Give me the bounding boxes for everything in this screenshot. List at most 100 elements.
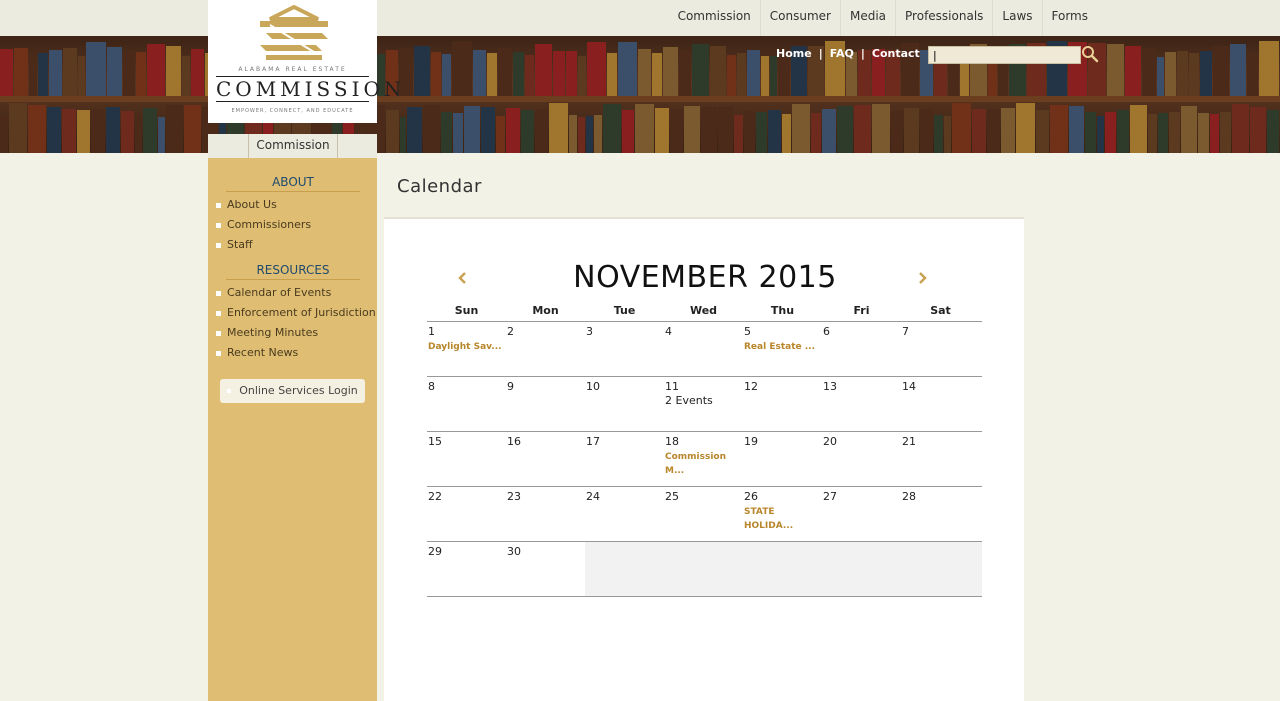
book-spine <box>1157 112 1169 153</box>
online-services-login-button[interactable]: Online Services Login <box>220 379 365 403</box>
sidebar-section-tab[interactable]: Commission <box>248 134 338 158</box>
book-spine <box>1164 51 1176 96</box>
book-spine <box>872 104 891 153</box>
calendar-day-cell[interactable]: 18 Commission M... <box>664 432 743 487</box>
chevron-right-icon[interactable] <box>915 268 931 288</box>
book-spine <box>423 104 441 153</box>
book-spine <box>525 54 534 96</box>
top-nav-professionals[interactable]: Professionals <box>895 0 992 36</box>
book-spine <box>534 43 553 96</box>
util-nav-home[interactable]: Home <box>776 47 812 60</box>
calendar-day-cell[interactable]: 9 <box>506 377 585 432</box>
sidebar-tab-strip: Commission <box>208 134 377 158</box>
sidebar-item-calendar[interactable]: Calendar of Events <box>216 283 376 303</box>
book-spine <box>635 104 654 153</box>
calendar-day-cell[interactable]: 16 <box>506 432 585 487</box>
calendar-day-cell[interactable]: 24 <box>585 487 664 542</box>
day-number: 9 <box>507 380 514 393</box>
day-number: 2 <box>507 325 514 338</box>
site-logo[interactable]: ALABAMA REAL ESTATE COMMISSION EMPOWER, … <box>208 0 406 123</box>
calendar-day-cell[interactable]: 10 <box>585 377 664 432</box>
book-spine <box>654 107 670 153</box>
calendar-day-cell[interactable]: 21 <box>901 432 980 487</box>
search-input[interactable] <box>928 46 1081 64</box>
calendar-day-cell[interactable]: 14 <box>901 377 980 432</box>
calendar-event-link[interactable]: STATE HOLIDA... <box>744 505 821 533</box>
sidebar-item-minutes[interactable]: Meeting Minutes <box>216 323 376 343</box>
search-icon[interactable] <box>1081 45 1099 63</box>
calendar-day-cell[interactable]: 29 <box>427 542 506 597</box>
day-number: 12 <box>744 380 758 393</box>
calendar-day-cell[interactable]: 8 <box>427 377 506 432</box>
calendar-event-link[interactable]: Real Estate ... <box>744 340 821 354</box>
calendar-day-cell[interactable]: 4 <box>664 322 743 377</box>
top-nav-consumer[interactable]: Consumer <box>759 0 840 36</box>
calendar-day-cell[interactable]: 17 <box>585 432 664 487</box>
sidebar-item-staff[interactable]: Staff <box>216 235 311 255</box>
calendar-day-cell[interactable]: 11 2 Events <box>664 377 743 432</box>
calendar-day-cell[interactable]: 23 <box>506 487 585 542</box>
weekday-header: Fri <box>853 304 870 317</box>
util-nav-faq[interactable]: FAQ <box>830 47 854 60</box>
sidebar-item-label: Commissioners <box>227 218 312 231</box>
bullet-icon <box>216 290 221 296</box>
day-number: 15 <box>428 435 442 448</box>
book-spine <box>134 115 143 153</box>
day-number: 3 <box>586 325 593 338</box>
chevron-left-icon[interactable] <box>455 268 471 288</box>
book-spine <box>593 114 603 153</box>
book-spine <box>505 107 521 153</box>
book-spine <box>9 103 28 153</box>
sidebar-item-label: Staff <box>227 238 253 251</box>
top-nav-commission[interactable]: Commission <box>669 0 760 36</box>
book-spine <box>1210 114 1220 153</box>
day-number: 27 <box>823 490 837 503</box>
top-nav-forms[interactable]: Forms <box>1041 0 1097 36</box>
book-spine <box>1036 109 1050 153</box>
book-spine <box>91 109 105 153</box>
calendar-day-cell[interactable]: 26 STATE HOLIDA... <box>743 487 822 542</box>
book-spine <box>717 107 734 153</box>
calendar-day-cell[interactable]: 20 <box>822 432 901 487</box>
sidebar-item-commissioners[interactable]: Commissioners <box>216 215 311 235</box>
logo-wordmark: COMMISSION <box>216 76 406 102</box>
book-spine <box>767 109 781 153</box>
calendar-day-cell[interactable]: 25 <box>664 487 743 542</box>
calendar-day-cell[interactable]: 19 <box>743 432 822 487</box>
calendar-event-link[interactable]: Daylight Sav... <box>428 340 505 354</box>
calendar-day-cell[interactable]: 22 <box>427 487 506 542</box>
book-spine <box>385 109 399 153</box>
book-spine <box>480 107 496 153</box>
book-spine <box>1266 110 1279 153</box>
util-nav-contact[interactable]: Contact <box>872 47 920 60</box>
calendar-day-cell[interactable]: 5 Real Estate ... <box>743 322 822 377</box>
book-spine <box>1096 115 1105 153</box>
calendar-event-link[interactable]: Commission M... <box>665 450 742 478</box>
calendar-day-cell[interactable]: 3 <box>585 322 664 377</box>
sidebar-item-enforcement[interactable]: Enforcement of Jurisdiction <box>216 303 376 323</box>
book-spine <box>37 52 48 96</box>
book-spine <box>0 115 9 153</box>
calendar-day-cell[interactable]: 30 <box>506 542 585 597</box>
book-spine <box>183 104 202 153</box>
calendar-day-cell[interactable]: 7 <box>901 322 980 377</box>
sidebar-item-news[interactable]: Recent News <box>216 343 376 363</box>
top-nav-laws[interactable]: Laws <box>992 0 1041 36</box>
day-number: 25 <box>665 490 679 503</box>
sidebar-item-about-us[interactable]: About Us <box>216 195 311 215</box>
calendar-day-cell[interactable]: 15 <box>427 432 506 487</box>
calendar-day-cell[interactable]: 6 <box>822 322 901 377</box>
book-spine <box>1001 108 1016 153</box>
calendar-event-count[interactable]: 2 Events <box>665 394 713 407</box>
calendar-day-cell[interactable]: 1 Daylight Sav... <box>427 322 506 377</box>
login-button-label: Online Services Login <box>239 384 358 397</box>
day-number: 20 <box>823 435 837 448</box>
calendar-day-cell[interactable]: 12 <box>743 377 822 432</box>
calendar-day-cell[interactable]: 28 <box>901 487 980 542</box>
calendar-day-cell[interactable]: 13 <box>822 377 901 432</box>
book-spine <box>637 48 652 96</box>
top-nav-media[interactable]: Media <box>839 0 895 36</box>
book-spine <box>622 110 635 153</box>
calendar-day-cell[interactable]: 27 <box>822 487 901 542</box>
calendar-day-cell[interactable]: 2 <box>506 322 585 377</box>
